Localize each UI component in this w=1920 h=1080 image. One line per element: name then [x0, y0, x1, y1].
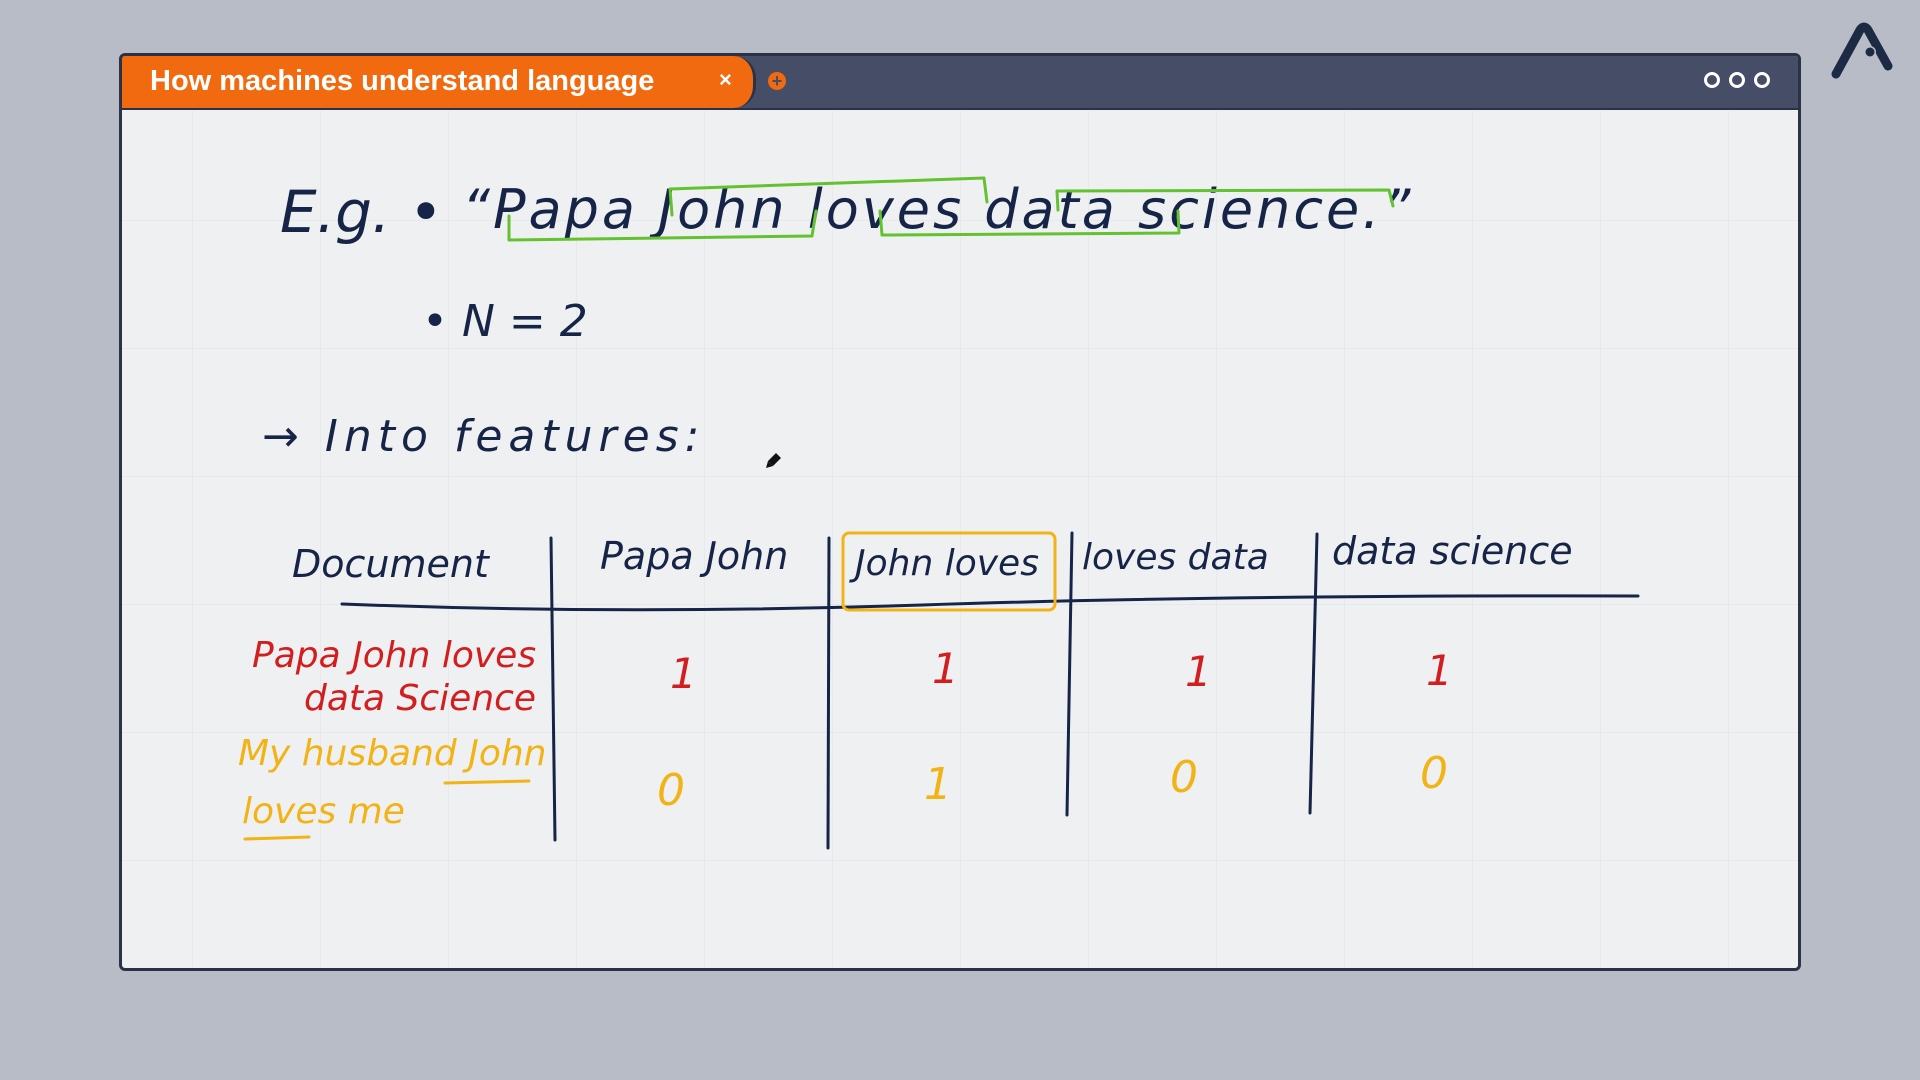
window-control-1[interactable] — [1704, 72, 1720, 88]
row2-document-line1: My husband John — [238, 733, 547, 774]
into-features: → Into features: — [262, 411, 705, 462]
row2-document-line2: loves me — [242, 791, 405, 832]
brand-logo — [1831, 22, 1893, 79]
window-control-2[interactable] — [1729, 72, 1745, 88]
header-john-loves: John loves — [849, 543, 1039, 584]
window-control-3[interactable] — [1754, 72, 1770, 88]
row2-value-loves-data: 0 — [1170, 752, 1198, 803]
example-prefix: E.g. • — [280, 178, 443, 246]
title-bar: How machines understand language × + — [122, 56, 1798, 110]
header-loves-data: loves data — [1082, 537, 1269, 578]
header-document: Document — [292, 542, 491, 586]
window-controls — [1704, 72, 1770, 88]
n-value: • N = 2 — [422, 296, 588, 347]
row1-document-line2: data Science — [304, 678, 536, 719]
row1-value-loves-data: 1 — [1185, 647, 1212, 696]
tab-title: How machines understand language — [150, 65, 655, 97]
row2-value-data-science: 0 — [1420, 748, 1448, 799]
header-papa-john: Papa John — [600, 534, 788, 578]
active-tab[interactable]: How machines understand language × — [122, 56, 756, 108]
example-sentence: “Papa John loves data science.” — [462, 178, 1413, 241]
new-tab-button[interactable]: + — [768, 72, 786, 90]
row1-value-john-loves: 1 — [932, 644, 959, 693]
close-tab-button[interactable]: × — [719, 67, 732, 93]
row2-value-papa-john: 0 — [657, 765, 685, 816]
header-data-science: data science — [1332, 529, 1573, 573]
row2-value-john-loves: 1 — [924, 759, 952, 810]
row1-value-data-science: 1 — [1426, 646, 1453, 695]
row1-value-papa-john: 1 — [670, 649, 697, 698]
app-window: How machines understand language × + E.g… — [119, 53, 1801, 971]
whiteboard-canvas[interactable]: E.g. • “Papa John loves data science.” •… — [122, 110, 1798, 968]
row1-document-line1: Papa John loves — [252, 635, 536, 676]
